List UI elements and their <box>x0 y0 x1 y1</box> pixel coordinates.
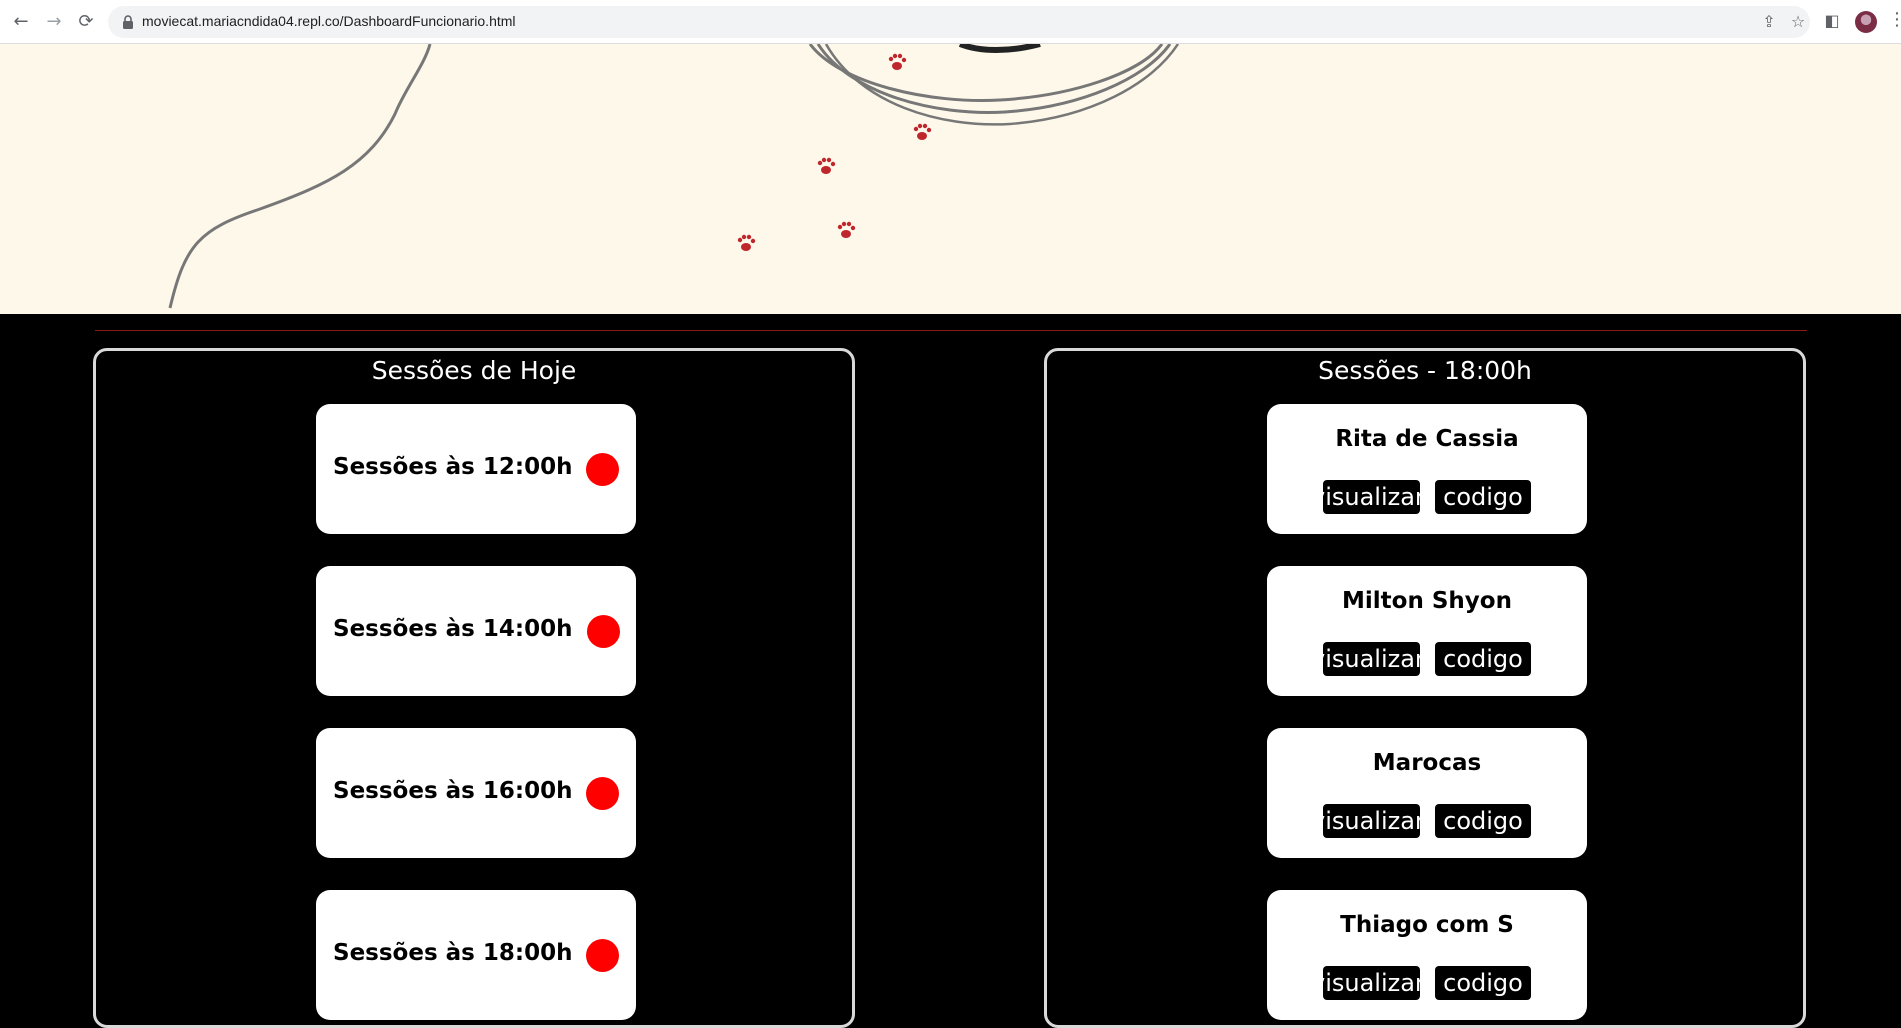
client-card: Rita de Cassia visualizar codigo <box>1267 404 1587 534</box>
menu-icon[interactable]: ⋮ <box>1888 9 1901 30</box>
session-label: Sessões às 16:00h <box>333 778 573 804</box>
client-name: Marocas <box>1372 750 1482 776</box>
client-name: Thiago com S <box>1340 912 1514 938</box>
session-clients-panel: Sessões - 18:00h Rita de Cassia visualiz… <box>1044 348 1806 1028</box>
client-card: Milton Shyon visualizar codigo <box>1267 566 1587 696</box>
code-button[interactable]: codigo <box>1435 804 1531 838</box>
client-card: Thiago com S visualizar codigo <box>1267 890 1587 1020</box>
code-button[interactable]: codigo <box>1435 966 1531 1000</box>
status-dot-icon[interactable] <box>586 453 619 486</box>
session-card[interactable]: Sessões às 12:00h <box>316 404 636 534</box>
forward-arrow-icon: → <box>46 11 62 32</box>
sidebar-icon[interactable]: ◧ <box>1823 12 1841 30</box>
view-button[interactable]: visualizar <box>1323 804 1420 838</box>
url-text: moviecat.mariacndida04.repl.co/Dashboard… <box>142 13 516 29</box>
panel-title: Sessões - 18:00h <box>1318 356 1532 385</box>
paw-prints <box>737 53 932 251</box>
session-label: Sessões às 18:00h <box>333 940 573 966</box>
view-button[interactable]: visualizar <box>1323 480 1420 514</box>
code-button[interactable]: codigo <box>1435 480 1531 514</box>
reload-button[interactable]: ⟳ <box>74 10 98 34</box>
session-card[interactable]: Sessões às 14:00h <box>316 566 636 696</box>
status-dot-icon[interactable] <box>587 615 620 648</box>
status-dot-icon[interactable] <box>586 777 619 810</box>
address-bar[interactable]: moviecat.mariacndida04.repl.co/Dashboard… <box>108 6 1810 38</box>
session-card[interactable]: Sessões às 18:00h <box>316 890 636 1020</box>
lock-icon <box>123 15 133 29</box>
code-button[interactable]: codigo <box>1435 642 1531 676</box>
section-divider <box>95 330 1807 331</box>
browser-toolbar: ← → ⟳ moviecat.mariacndida04.repl.co/Das… <box>0 0 1901 44</box>
back-arrow-icon: ← <box>13 11 29 32</box>
star-icon[interactable]: ☆ <box>1789 13 1807 31</box>
reload-icon: ⟳ <box>78 11 94 32</box>
cat-line-art <box>168 44 1180 309</box>
panel-title: Sessões de Hoje <box>371 356 577 385</box>
session-card[interactable]: Sessões às 16:00h <box>316 728 636 858</box>
session-label: Sessões às 14:00h <box>333 616 573 642</box>
view-button[interactable]: visualizar <box>1323 966 1420 1000</box>
back-button[interactable]: ← <box>9 10 33 34</box>
share-icon[interactable]: ⇪ <box>1760 13 1778 31</box>
client-name: Milton Shyon <box>1342 588 1512 614</box>
sessions-today-panel: Sessões de Hoje Sessões às 12:00h Sessõe… <box>93 348 855 1028</box>
forward-button[interactable]: → <box>42 10 66 34</box>
view-button[interactable]: visualizar <box>1323 642 1420 676</box>
client-card: Marocas visualizar codigo <box>1267 728 1587 858</box>
client-name: Rita de Cassia <box>1335 426 1519 452</box>
session-label: Sessões às 12:00h <box>333 454 573 480</box>
status-dot-icon[interactable] <box>586 939 619 972</box>
avatar[interactable] <box>1855 11 1877 33</box>
hero-illustration <box>0 44 1901 314</box>
